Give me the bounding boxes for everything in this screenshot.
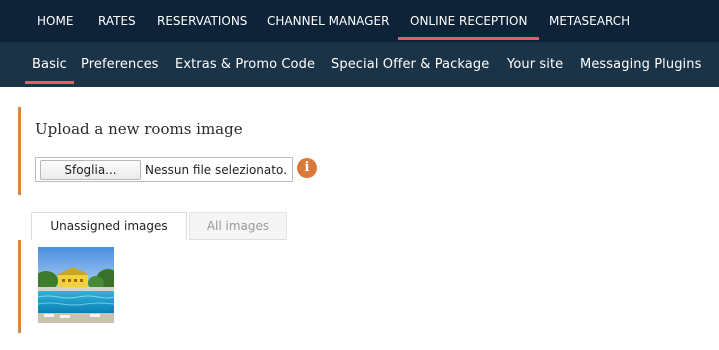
topnav-item-home[interactable]: HOME [37, 0, 73, 42]
subnav-item-preferences[interactable]: Preferences [81, 42, 159, 87]
tab-all-images[interactable]: All images [189, 212, 287, 240]
tab-unassigned-images[interactable]: Unassigned images [31, 212, 187, 240]
file-input[interactable]: Sfoglia... Nessun file selezionato. [35, 157, 293, 182]
browse-button[interactable]: Sfoglia... [40, 160, 141, 180]
file-status-text: Nessun file selezionato. [145, 163, 287, 177]
room-image-thumbnail[interactable] [38, 247, 114, 323]
image-list-accent-bar [18, 240, 21, 333]
hotel-pool-photo [38, 247, 114, 323]
subnav-item-special-offer-package[interactable]: Special Offer & Package [331, 42, 489, 87]
upload-section-accent-bar [18, 107, 21, 195]
topnav-item-rates[interactable]: RATES [98, 0, 136, 42]
topnav-item-reservations[interactable]: RESERVATIONS [157, 0, 247, 42]
subnav-item-messaging-plugins[interactable]: Messaging Plugins [580, 42, 701, 87]
info-icon[interactable]: i [297, 158, 317, 178]
upload-section-title: Upload a new rooms image [35, 120, 243, 138]
subnav-item-basic[interactable]: Basic [25, 42, 74, 87]
top-navigation: HOME RATES RESERVATIONS CHANNEL MANAGER … [0, 0, 719, 42]
sub-navigation: Basic Preferences Extras & Promo Code Sp… [0, 42, 719, 87]
subnav-item-your-site[interactable]: Your site [507, 42, 563, 87]
subnav-item-extras-promo-code[interactable]: Extras & Promo Code [175, 42, 315, 87]
topnav-item-metasearch[interactable]: METASEARCH [549, 0, 630, 42]
topnav-item-channel-manager[interactable]: CHANNEL MANAGER [267, 0, 389, 42]
topnav-item-online-reception[interactable]: ONLINE RECEPTION [397, 0, 540, 42]
